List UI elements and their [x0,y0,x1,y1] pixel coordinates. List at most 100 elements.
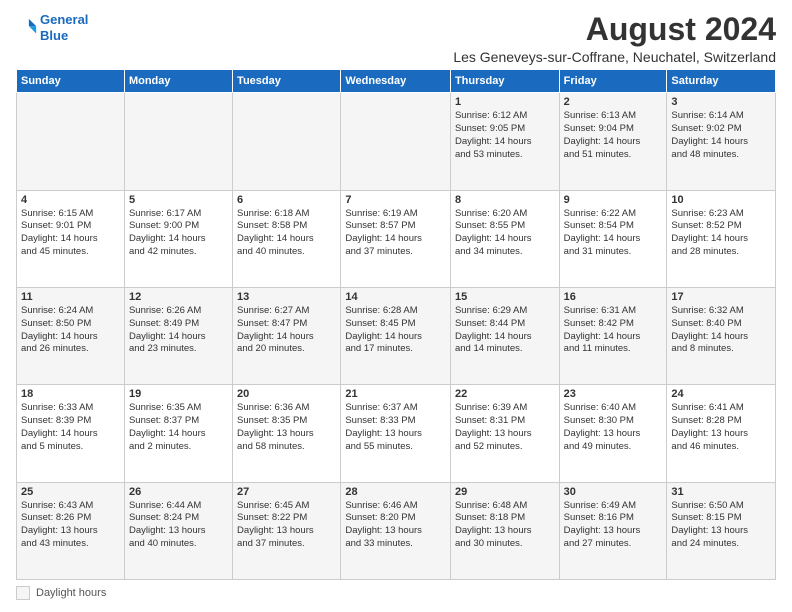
calendar-cell: 10 Sunrise: 6:23 AM Sunset: 8:52 PM Dayli… [667,190,776,287]
day-info: Sunrise: 6:23 AM Sunset: 8:52 PM Dayligh… [671,208,771,259]
calendar-cell: 16Sunrise: 6:31 AM Sunset: 8:42 PM Dayli… [559,287,667,384]
calendar-cell: 7 Sunrise: 6:19 AM Sunset: 8:57 PM Daylig… [341,190,451,287]
day-number: 8 [455,194,555,206]
day-number: 5 [129,194,228,206]
week-row-0: 1 Sunrise: 6:12 AM Sunset: 9:05 PM Daylig… [17,93,776,190]
day-info: Sunrise: 6:46 AM Sunset: 8:20 PM Dayligh… [345,500,446,551]
day-info: Sunrise: 6:17 AM Sunset: 9:00 PM Dayligh… [129,208,228,259]
page: General Blue August 2024 Les Geneveys-su… [0,0,792,612]
day-number: 7 [345,194,446,206]
day-info: Sunrise: 6:19 AM Sunset: 8:57 PM Dayligh… [345,208,446,259]
day-info: Sunrise: 6:18 AM Sunset: 8:58 PM Dayligh… [237,208,336,259]
day-info: Sunrise: 6:37 AM Sunset: 8:33 PM Dayligh… [345,402,446,453]
day-number: 28 [345,486,446,498]
calendar-cell: 20 Sunrise: 6:36 AM Sunset: 8:35 PM Dayli… [233,385,341,482]
logo: General Blue [16,12,88,43]
calendar-cell: 15 Sunrise: 6:29 AM Sunset: 8:44 PM Dayli… [450,287,559,384]
day-number: 6 [237,194,336,206]
calendar-cell: 6 Sunrise: 6:18 AM Sunset: 8:58 PM Daylig… [233,190,341,287]
day-info: Sunrise: 6:24 AM Sunset: 8:50 PM Dayligh… [21,305,120,356]
calendar-cell: 14 Sunrise: 6:28 AM Sunset: 8:45 PM Dayli… [341,287,451,384]
calendar-cell: 28 Sunrise: 6:46 AM Sunset: 8:20 PM Dayli… [341,482,451,579]
calendar-cell: 30 Sunrise: 6:49 AM Sunset: 8:16 PM Dayli… [559,482,667,579]
logo-line1: General [40,12,88,27]
day-number: 1 [455,96,555,108]
calendar-cell: 26Sunrise: 6:44 AM Sunset: 8:24 PM Dayli… [124,482,232,579]
calendar-cell [233,93,341,190]
calendar-cell [124,93,232,190]
calendar-cell: 1 Sunrise: 6:12 AM Sunset: 9:05 PM Daylig… [450,93,559,190]
day-number: 20 [237,388,336,400]
day-info: Sunrise: 6:35 AM Sunset: 8:37 PM Dayligh… [129,402,228,453]
week-row-4: 25 Sunrise: 6:43 AM Sunset: 8:26 PM Dayli… [17,482,776,579]
col-friday: Friday [559,70,667,93]
logo-icon [16,17,38,39]
col-tuesday: Tuesday [233,70,341,93]
calendar-cell: 2Sunrise: 6:13 AM Sunset: 9:04 PM Daylig… [559,93,667,190]
calendar-cell: 19 Sunrise: 6:35 AM Sunset: 8:37 PM Dayli… [124,385,232,482]
calendar-cell: 21 Sunrise: 6:37 AM Sunset: 8:33 PM Dayli… [341,385,451,482]
day-number: 25 [21,486,120,498]
day-number: 14 [345,291,446,303]
day-number: 29 [455,486,555,498]
subtitle: Les Geneveys-sur-Coffrane, Neuchatel, Sw… [88,49,776,65]
day-info: Sunrise: 6:28 AM Sunset: 8:45 PM Dayligh… [345,305,446,356]
week-row-2: 11 Sunrise: 6:24 AM Sunset: 8:50 PM Dayli… [17,287,776,384]
calendar-cell: 3 Sunrise: 6:14 AM Sunset: 9:02 PM Daylig… [667,93,776,190]
calendar-cell: 18 Sunrise: 6:33 AM Sunset: 8:39 PM Dayli… [17,385,125,482]
week-row-1: 4Sunrise: 6:15 AM Sunset: 9:01 PM Daylig… [17,190,776,287]
day-info: Sunrise: 6:49 AM Sunset: 8:16 PM Dayligh… [564,500,663,551]
day-number: 19 [129,388,228,400]
logo-text: General Blue [40,12,88,43]
day-number: 15 [455,291,555,303]
calendar-cell: 13Sunrise: 6:27 AM Sunset: 8:47 PM Dayli… [233,287,341,384]
day-number: 4 [21,194,120,206]
day-number: 9 [564,194,663,206]
day-info: Sunrise: 6:40 AM Sunset: 8:30 PM Dayligh… [564,402,663,453]
day-number: 16 [564,291,663,303]
week-row-3: 18 Sunrise: 6:33 AM Sunset: 8:39 PM Dayli… [17,385,776,482]
day-info: Sunrise: 6:39 AM Sunset: 8:31 PM Dayligh… [455,402,555,453]
day-info: Sunrise: 6:45 AM Sunset: 8:22 PM Dayligh… [237,500,336,551]
day-info: Sunrise: 6:13 AM Sunset: 9:04 PM Dayligh… [564,110,663,161]
header: General Blue August 2024 Les Geneveys-su… [16,12,776,65]
day-info: Sunrise: 6:48 AM Sunset: 8:18 PM Dayligh… [455,500,555,551]
day-number: 12 [129,291,228,303]
calendar-cell: 9Sunrise: 6:22 AM Sunset: 8:54 PM Daylig… [559,190,667,287]
day-info: Sunrise: 6:12 AM Sunset: 9:05 PM Dayligh… [455,110,555,161]
day-number: 26 [129,486,228,498]
day-info: Sunrise: 6:14 AM Sunset: 9:02 PM Dayligh… [671,110,771,161]
header-row: Sunday Monday Tuesday Wednesday Thursday… [17,70,776,93]
day-number: 10 [671,194,771,206]
day-number: 27 [237,486,336,498]
daylight-box-icon [16,586,30,600]
day-number: 3 [671,96,771,108]
col-saturday: Saturday [667,70,776,93]
calendar-cell: 11 Sunrise: 6:24 AM Sunset: 8:50 PM Dayli… [17,287,125,384]
day-number: 13 [237,291,336,303]
calendar-cell: 31Sunrise: 6:50 AM Sunset: 8:15 PM Dayli… [667,482,776,579]
logo-line2: Blue [40,28,68,43]
calendar-cell [341,93,451,190]
title-block: August 2024 Les Geneveys-sur-Coffrane, N… [88,12,776,65]
day-info: Sunrise: 6:32 AM Sunset: 8:40 PM Dayligh… [671,305,771,356]
day-number: 31 [671,486,771,498]
day-number: 17 [671,291,771,303]
col-sunday: Sunday [17,70,125,93]
day-number: 30 [564,486,663,498]
daylight-label: Daylight hours [36,587,106,599]
day-number: 18 [21,388,120,400]
day-info: Sunrise: 6:29 AM Sunset: 8:44 PM Dayligh… [455,305,555,356]
calendar-cell: 25 Sunrise: 6:43 AM Sunset: 8:26 PM Dayli… [17,482,125,579]
day-number: 21 [345,388,446,400]
day-info: Sunrise: 6:43 AM Sunset: 8:26 PM Dayligh… [21,500,120,551]
calendar-cell: 29 Sunrise: 6:48 AM Sunset: 8:18 PM Dayli… [450,482,559,579]
col-monday: Monday [124,70,232,93]
day-number: 11 [21,291,120,303]
day-info: Sunrise: 6:36 AM Sunset: 8:35 PM Dayligh… [237,402,336,453]
day-number: 23 [564,388,663,400]
calendar-cell: 5 Sunrise: 6:17 AM Sunset: 9:00 PM Daylig… [124,190,232,287]
day-info: Sunrise: 6:33 AM Sunset: 8:39 PM Dayligh… [21,402,120,453]
calendar-cell: 12 Sunrise: 6:26 AM Sunset: 8:49 PM Dayli… [124,287,232,384]
day-info: Sunrise: 6:26 AM Sunset: 8:49 PM Dayligh… [129,305,228,356]
